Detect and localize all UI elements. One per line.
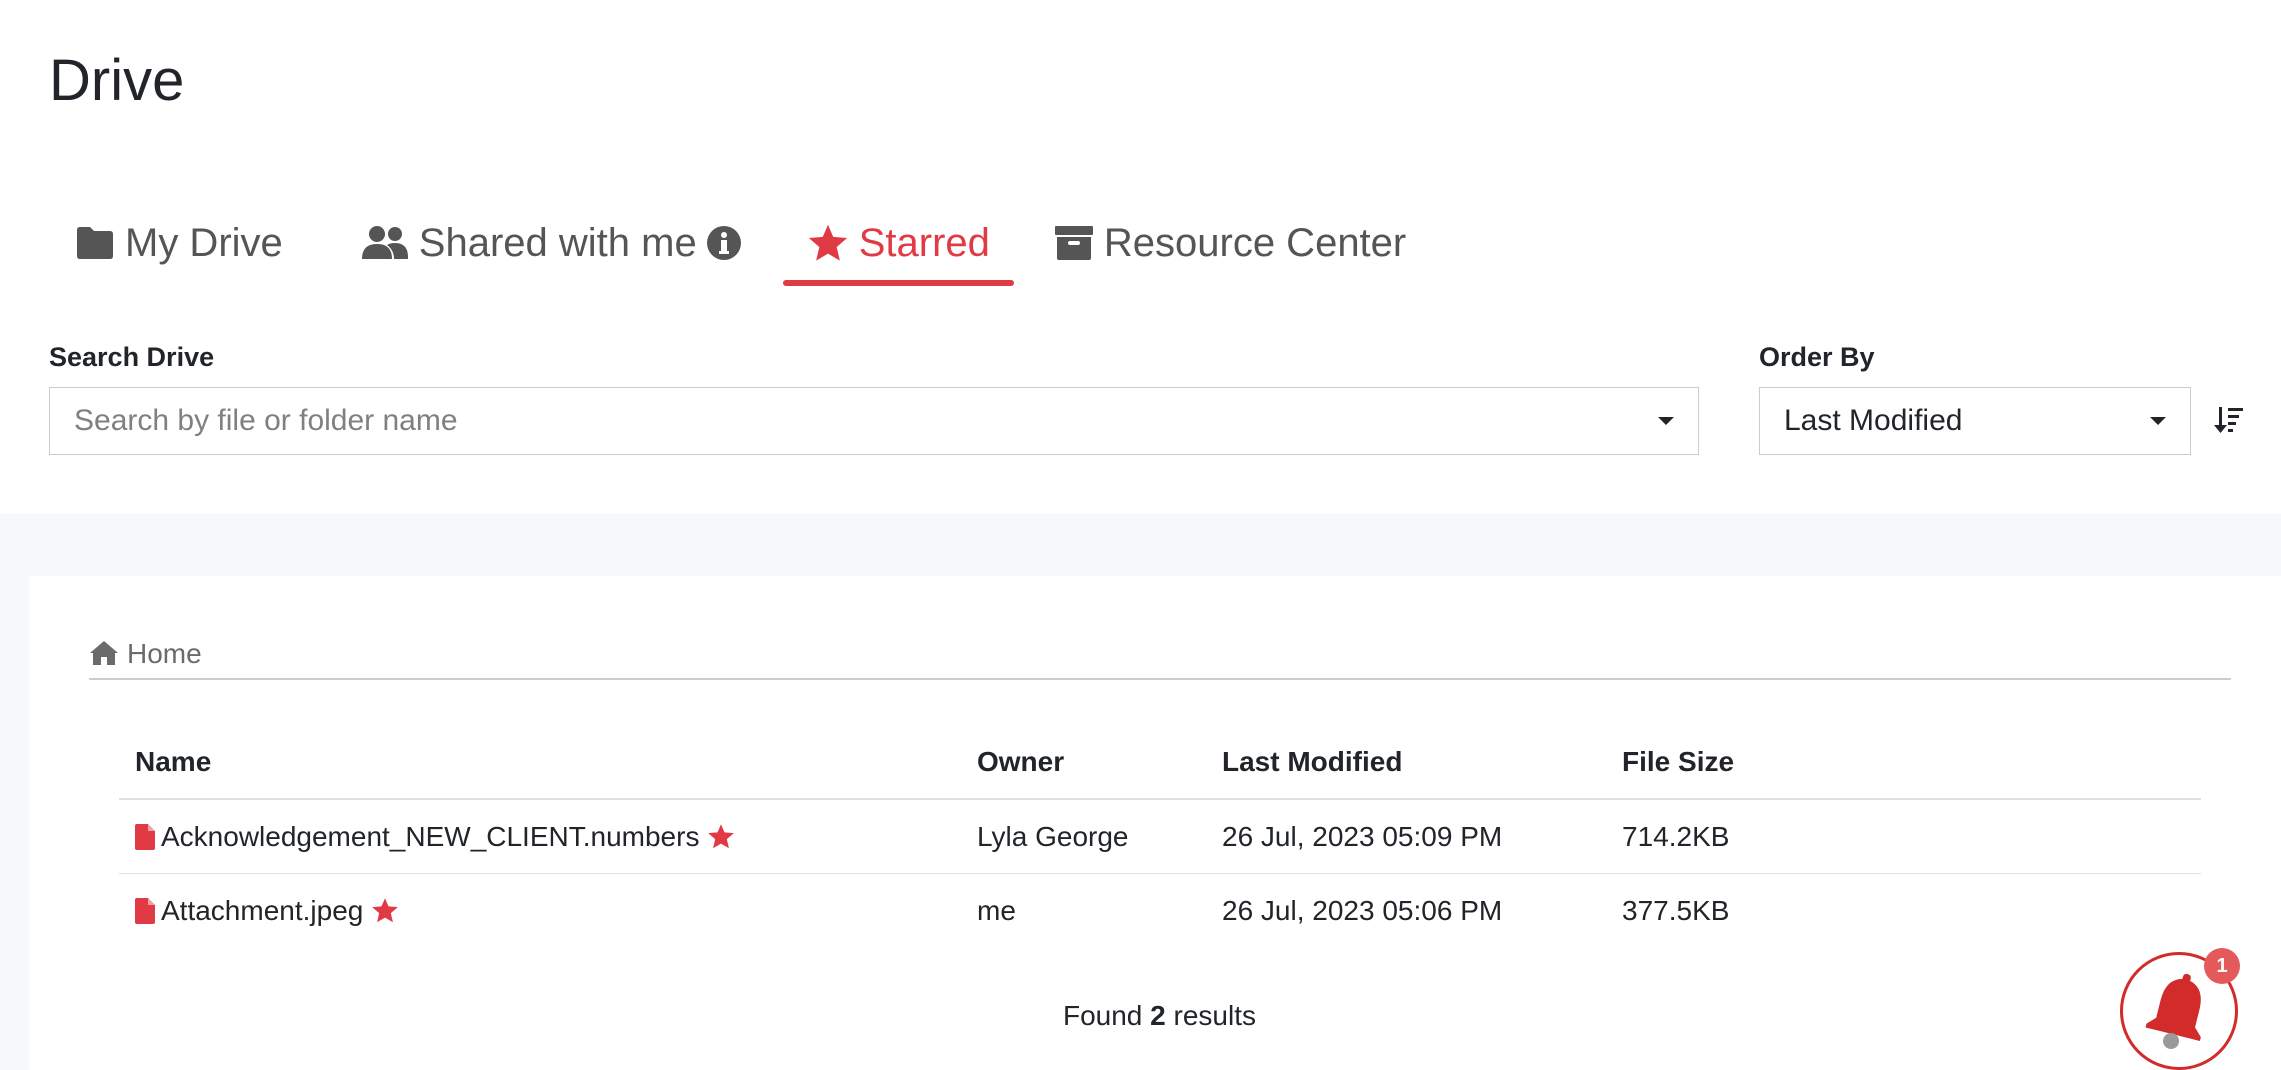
results-count: Found 2 results: [29, 1000, 2281, 1032]
file-size: 377.5KB: [1622, 894, 1730, 926]
column-header-name[interactable]: Name: [119, 726, 961, 800]
file-icon: [135, 823, 155, 850]
file-name[interactable]: Acknowledgement_NEW_CLIENT.numbers: [161, 821, 699, 853]
order-by-value: Last Modified: [1784, 404, 1963, 437]
table-row[interactable]: Acknowledgement_NEW_CLIENT.numbers Lyla …: [119, 799, 2201, 874]
star-icon[interactable]: [707, 823, 735, 850]
column-header-last-modified[interactable]: Last Modified: [1206, 726, 1606, 800]
tab-starred[interactable]: Starred: [782, 200, 1015, 286]
breadcrumb: Home: [89, 638, 2231, 680]
tab-resource-center[interactable]: Resource Center: [1014, 200, 1430, 270]
star-icon[interactable]: [371, 897, 399, 924]
tab-label: Starred: [858, 220, 990, 265]
folder-icon: [75, 226, 115, 260]
search-field[interactable]: [49, 387, 1699, 455]
file-size: 714.2KB: [1606, 799, 2201, 874]
file-name-cell[interactable]: Attachment.jpeg: [135, 895, 945, 927]
tab-label: Resource Center: [1103, 220, 1407, 265]
table-header-row: Name Owner Last Modified File Size: [119, 726, 2201, 800]
search-input[interactable]: [50, 388, 1658, 454]
drive-tabs: My Drive Shared with me Starred Resource…: [49, 200, 1430, 290]
file-browser-card: Home Name Owner Last Modified File Size: [29, 576, 2281, 1070]
file-table: Name Owner Last Modified File Size Ackno…: [119, 726, 2201, 947]
results-number: 2: [1150, 1000, 1166, 1031]
file-owner: Lyla George: [961, 799, 1206, 874]
users-icon: [361, 225, 409, 261]
chevron-down-icon: [2150, 417, 2166, 425]
search-label: Search Drive: [49, 342, 215, 372]
home-icon[interactable]: [89, 640, 119, 666]
chevron-down-icon[interactable]: [1658, 417, 1674, 425]
file-name[interactable]: Attachment.jpeg: [161, 895, 363, 927]
tab-shared-with-me[interactable]: Shared with me: [319, 200, 783, 270]
file-owner: me: [977, 894, 1016, 926]
page-title: Drive: [49, 48, 185, 113]
column-header-owner[interactable]: Owner: [961, 726, 1206, 800]
breadcrumb-home[interactable]: Home: [127, 638, 202, 670]
order-by-label: Order By: [1759, 342, 1875, 372]
results-prefix: Found: [1062, 1000, 1143, 1031]
archive-icon: [1054, 225, 1094, 261]
results-suffix: results: [1173, 1000, 1256, 1031]
file-last-modified: 26 Jul, 2023 05:06 PM: [1222, 894, 1503, 926]
file-icon: [135, 897, 155, 924]
file-last-modified: 26 Jul, 2023 05:09 PM: [1206, 799, 1606, 874]
column-header-file-size[interactable]: File Size: [1606, 726, 2201, 800]
file-name-cell[interactable]: Acknowledgement_NEW_CLIENT.numbers: [135, 821, 945, 853]
tab-my-drive[interactable]: My Drive: [49, 200, 319, 270]
star-icon: [807, 223, 849, 263]
bell-icon: [2139, 967, 2219, 1056]
tab-label: Shared with me: [418, 220, 697, 265]
table-row[interactable]: Attachment.jpeg me 26 Jul, 2023 05:06 PM…: [119, 874, 2201, 948]
notification-badge: 1: [2204, 948, 2240, 984]
tab-label: My Drive: [125, 220, 283, 265]
info-icon[interactable]: [706, 226, 741, 260]
order-by-select[interactable]: Last Modified: [1759, 387, 2191, 455]
sort-direction-icon[interactable]: [2214, 405, 2244, 440]
